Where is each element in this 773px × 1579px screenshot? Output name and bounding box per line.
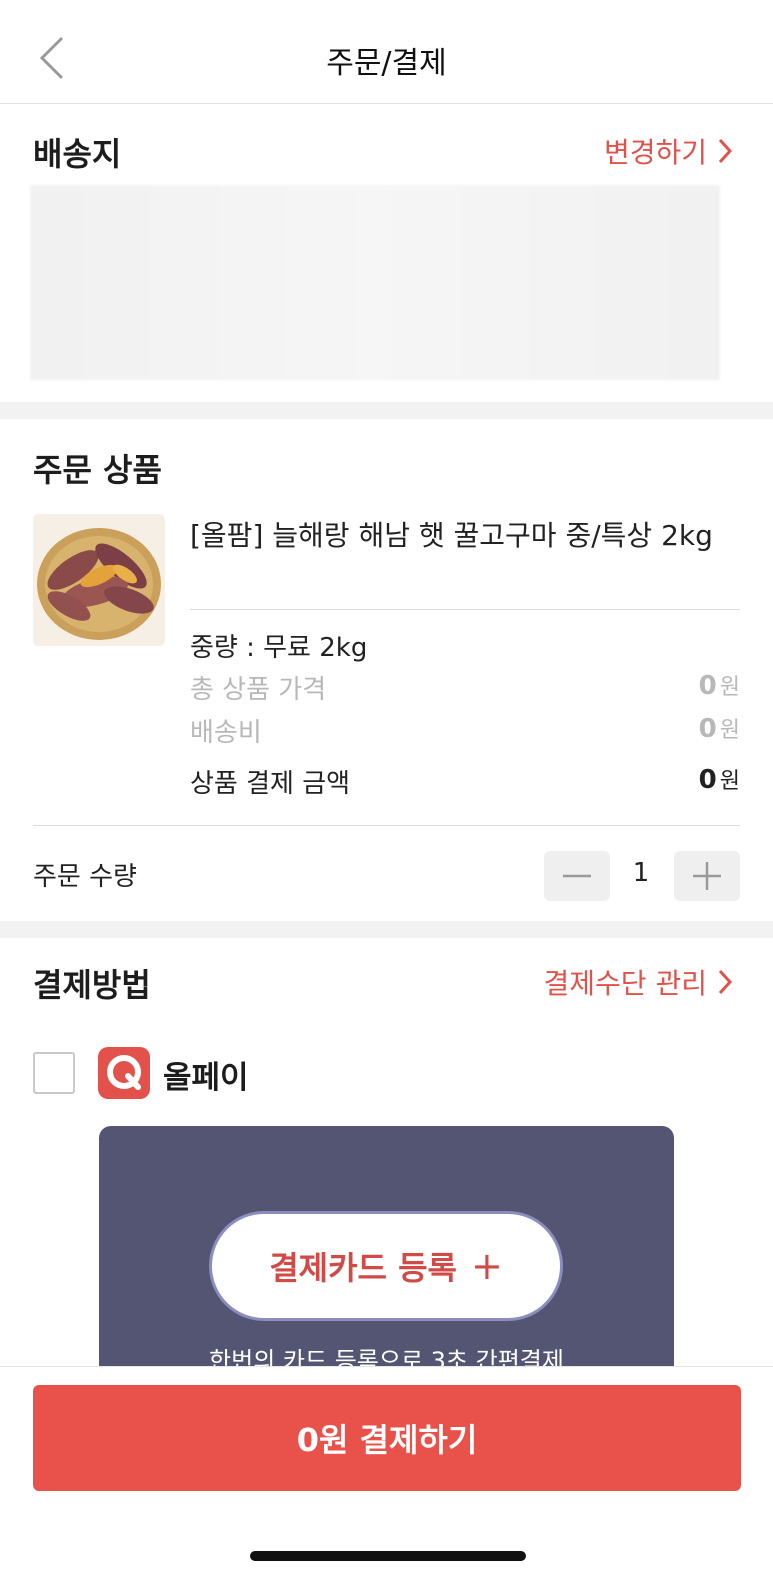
section-divider xyxy=(0,402,773,419)
quantity-increase-button[interactable] xyxy=(674,851,740,901)
address-redacted xyxy=(30,185,720,380)
summary-label: 배송비 xyxy=(190,718,262,748)
quantity-decrease-button[interactable] xyxy=(544,851,610,901)
manage-payment-link[interactable]: 결제수단 관리 xyxy=(544,962,733,1002)
shipping-title: 배송지 xyxy=(33,135,122,173)
change-address-label: 변경하기 xyxy=(603,136,707,169)
quantity-value: 1 xyxy=(632,858,650,888)
order-title: 주문 상품 xyxy=(33,451,162,489)
summary-label: 상품 결제 금액 xyxy=(190,769,351,799)
change-address-link[interactable]: 변경하기 xyxy=(604,131,733,171)
top-bar: 주문/결제 xyxy=(0,0,773,104)
chevron-right-icon xyxy=(718,138,733,164)
page-title: 주문/결제 xyxy=(326,46,447,81)
divider xyxy=(190,609,740,610)
payment-title: 결제방법 xyxy=(33,966,151,1004)
product-thumbnail xyxy=(33,514,165,646)
summary-value: 0원 xyxy=(698,671,740,701)
bottom-bar: 0원 결제하기 xyxy=(0,1366,773,1579)
product-option: 중량 : 무료 2kg xyxy=(190,633,368,663)
section-divider xyxy=(0,921,773,938)
home-indicator[interactable] xyxy=(250,1551,526,1561)
register-card-button[interactable]: 결제카드 등록 + xyxy=(209,1211,563,1321)
chevron-right-icon xyxy=(718,969,733,995)
product-name: [올팜] 늘해랑 해남 햇 꿀고구마 중/특상 2kg xyxy=(190,519,713,552)
summary-label: 총 상품 가격 xyxy=(190,675,327,705)
summary-row-payment-amount: 상품 결제 금액 0원 xyxy=(190,763,740,799)
pay-button[interactable]: 0원 결제하기 xyxy=(33,1385,741,1491)
summary-row-total-price: 총 상품 가격 0원 xyxy=(190,669,740,705)
plus-icon xyxy=(693,862,721,890)
minus-icon xyxy=(563,874,591,878)
allpay-logo-icon xyxy=(98,1047,150,1099)
summary-value: 0원 xyxy=(698,765,740,795)
summary-value: 0원 xyxy=(698,714,740,744)
allpay-checkbox[interactable] xyxy=(33,1052,75,1094)
register-card-label: 결제카드 등록 xyxy=(269,1249,457,1287)
manage-payment-label: 결제수단 관리 xyxy=(543,967,707,1000)
quantity-label: 주문 수량 xyxy=(33,862,137,892)
plus-icon: + xyxy=(470,1244,503,1288)
divider xyxy=(33,825,740,826)
pay-button-label: 0원 결제하기 xyxy=(296,1421,478,1459)
summary-row-shipping-fee: 배송비 0원 xyxy=(190,712,740,748)
allpay-label: 올페이 xyxy=(163,1060,249,1096)
